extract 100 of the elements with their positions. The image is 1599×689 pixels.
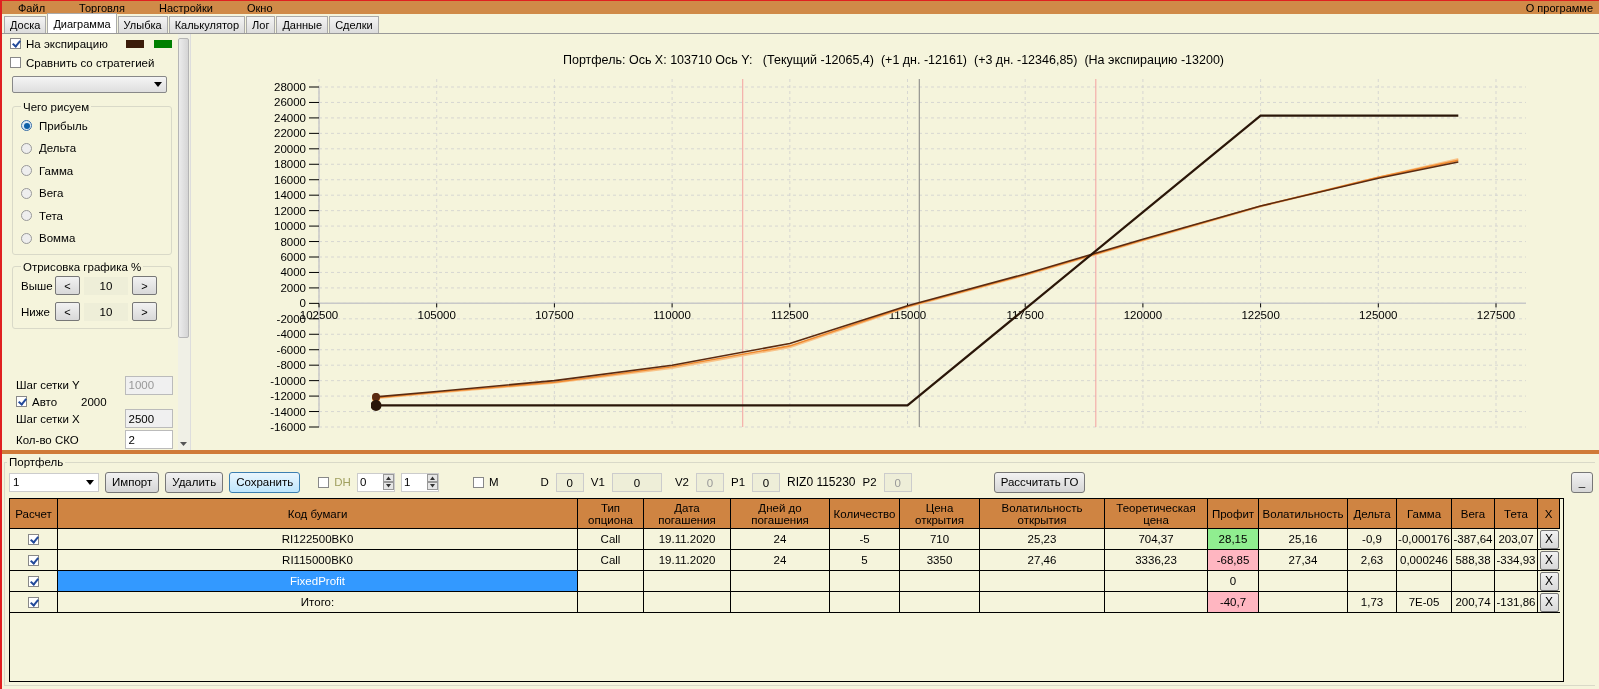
row-checkbox[interactable]: [28, 554, 39, 566]
tab[interactable]: Лог: [246, 16, 276, 33]
column-header[interactable]: Дней до погашения: [731, 499, 830, 529]
column-header[interactable]: Расчет: [10, 499, 58, 529]
radio-button[interactable]: [21, 120, 32, 132]
axis-tick-label: -16000: [270, 421, 306, 433]
scroll-down-icon[interactable]: [180, 442, 188, 446]
radio-button[interactable]: [21, 232, 32, 244]
menu-item[interactable]: Торговля: [79, 1, 125, 14]
decrease-button[interactable]: <: [55, 276, 80, 296]
minimize-button[interactable]: _: [1571, 471, 1593, 493]
column-header[interactable]: Код бумаги: [58, 499, 578, 529]
column-header[interactable]: Волатильность: [1259, 499, 1348, 529]
m-checkbox[interactable]: M: [472, 476, 499, 488]
column-header[interactable]: Гамма: [1397, 499, 1452, 529]
value-field[interactable]: 0: [611, 472, 662, 492]
menu-item[interactable]: Окно: [246, 1, 273, 14]
table-cell: -0,9: [1348, 529, 1397, 550]
axis-tick-label: 18000: [274, 158, 306, 171]
increase-button[interactable]: >: [132, 276, 157, 296]
row-checkbox[interactable]: [28, 533, 39, 545]
remove-button[interactable]: X: [1539, 592, 1559, 612]
field-label: V1: [590, 476, 605, 488]
toolbar-button[interactable]: Удалить: [165, 471, 224, 493]
row-checkbox[interactable]: [28, 596, 39, 608]
remove-button[interactable]: X: [1539, 550, 1559, 570]
tab[interactable]: Улыбка: [117, 16, 168, 33]
table-cell: 24: [731, 529, 830, 550]
column-header[interactable]: Тета: [1495, 499, 1538, 529]
menu-item[interactable]: Файл: [18, 1, 46, 14]
tab[interactable]: Доска: [4, 16, 47, 33]
radio-label[interactable]: Гамма: [39, 164, 74, 177]
column-header[interactable]: Теоретическая цена: [1105, 499, 1208, 529]
scrollbar-thumb[interactable]: [178, 38, 190, 338]
menu-item[interactable]: Настройки: [159, 1, 213, 14]
toolbar-button[interactable]: Импорт: [105, 471, 160, 493]
spin-arrows-icon[interactable]: [426, 474, 438, 490]
compare-checkbox[interactable]: Сравнить со стратегией: [10, 56, 155, 69]
radio-button[interactable]: [21, 142, 32, 154]
tab[interactable]: Диаграмма: [47, 13, 117, 33]
axis-tick-label: -8000: [276, 359, 306, 372]
radio-button[interactable]: [21, 210, 32, 222]
strategy-dropdown[interactable]: [12, 76, 167, 93]
table-cell: 24: [731, 550, 830, 571]
table-cell: 710: [900, 529, 980, 550]
radio-label[interactable]: Тета: [39, 209, 63, 222]
radio-label[interactable]: Вега: [39, 187, 64, 200]
column-header[interactable]: Цена открытия: [900, 499, 980, 529]
column-header[interactable]: Волатильность открытия: [980, 499, 1105, 529]
expiry-checkbox[interactable]: На экспирацию: [10, 37, 108, 50]
decrease-button[interactable]: <: [55, 302, 80, 322]
tab[interactable]: Данные: [276, 16, 329, 33]
axis-tick-label: 4000: [280, 266, 306, 279]
column-header[interactable]: Вега: [1452, 499, 1495, 529]
row-checkbox[interactable]: [28, 575, 39, 587]
column-header[interactable]: X: [1538, 499, 1560, 529]
column-header[interactable]: Количество: [830, 499, 900, 529]
column-header[interactable]: Дельта: [1348, 499, 1397, 529]
auto-checkbox[interactable]: Авто: [16, 395, 58, 408]
value-field[interactable]: 0: [752, 472, 781, 492]
spinner-field[interactable]: 1: [400, 472, 439, 492]
auto-value: 2000: [81, 395, 107, 408]
column-header[interactable]: Дата погашения: [644, 499, 731, 529]
menu-item[interactable]: О программе: [1525, 1, 1593, 14]
tab[interactable]: Калькулятор: [168, 16, 246, 33]
table-cell: 25,16: [1259, 529, 1348, 550]
group-title: Портфель: [8, 456, 65, 468]
axis-tick-label: -6000: [276, 343, 306, 356]
increase-button[interactable]: >: [132, 302, 157, 322]
price-label: RIZ0 115230: [787, 475, 856, 489]
radio-button[interactable]: [21, 165, 32, 177]
axis-tick-label: 112500: [771, 309, 809, 322]
color-swatch[interactable]: [125, 39, 144, 48]
axis-tick-label: -4000: [276, 328, 306, 341]
spin-arrows-icon[interactable]: [382, 474, 394, 490]
field-label: Шаг сетки Y: [16, 379, 80, 392]
radio-label[interactable]: Вомма: [39, 232, 76, 245]
value-field[interactable]: 0: [555, 472, 584, 492]
radio-label[interactable]: Прибыль: [39, 119, 88, 132]
radio-label[interactable]: Дельта: [39, 142, 77, 155]
column-header[interactable]: Тип опциона: [578, 499, 644, 529]
tab[interactable]: Сделки: [329, 16, 379, 33]
scrollbar[interactable]: [177, 34, 190, 450]
remove-button[interactable]: X: [1539, 529, 1559, 549]
portfolio-dropdown[interactable]: 1: [9, 472, 99, 492]
sko-field[interactable]: 2: [124, 430, 173, 450]
radio-button[interactable]: [21, 187, 32, 199]
grid-x-field[interactable]: 2500: [124, 409, 173, 429]
table-cell: [1348, 571, 1397, 592]
remove-button[interactable]: X: [1539, 571, 1559, 591]
color-swatch[interactable]: [153, 39, 172, 48]
toolbar-button[interactable]: Сохранить: [229, 471, 301, 493]
column-header[interactable]: Профит: [1208, 499, 1259, 529]
table-cell: [830, 571, 900, 592]
calculate-button[interactable]: Рассчитать ГО: [993, 471, 1086, 493]
table-cell: FixedProfit: [58, 571, 578, 592]
table-cell: -131,86: [1495, 592, 1538, 613]
spinner-field[interactable]: 0: [356, 472, 395, 492]
table-cell: -68,85: [1208, 550, 1259, 571]
axis-tick-label: 127500: [1476, 309, 1516, 322]
